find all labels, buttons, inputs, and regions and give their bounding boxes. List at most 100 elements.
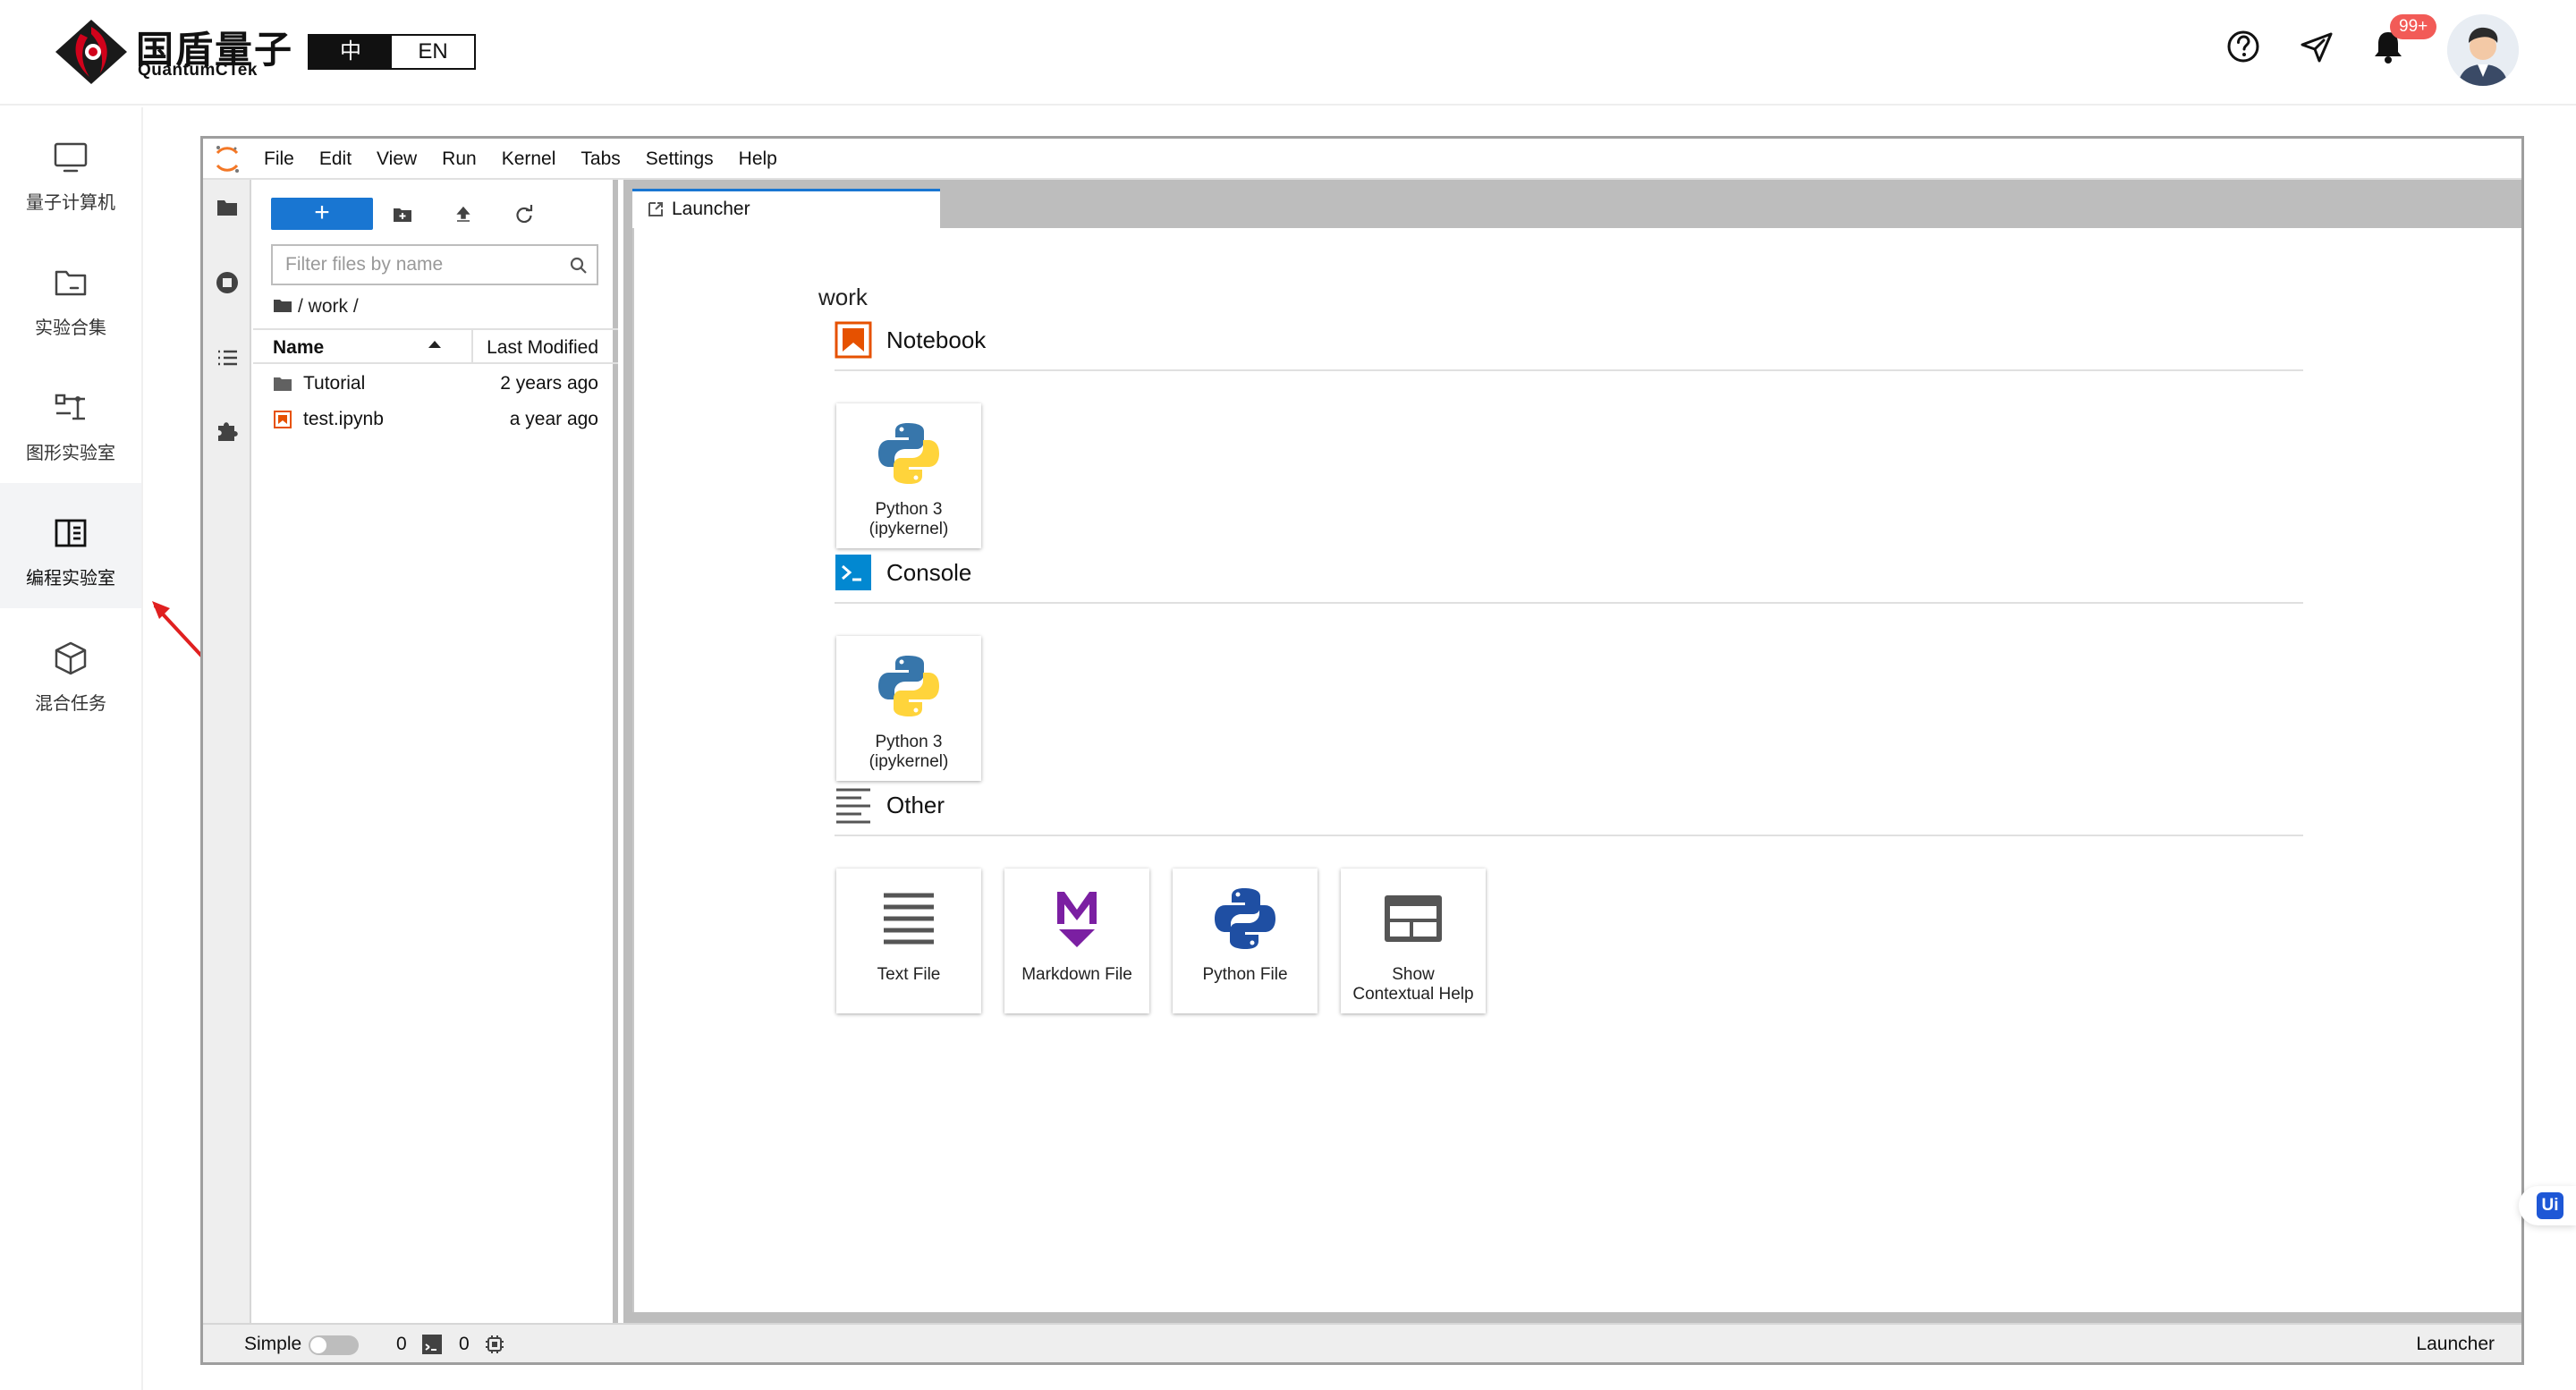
launcher-card-contextual-help[interactable]: Show Contextual Help — [1341, 869, 1486, 1013]
kernel-chip-icon[interactable] — [484, 1334, 505, 1355]
python-logo-icon — [878, 656, 939, 716]
card-label: Show Contextual Help — [1352, 965, 1474, 1004]
kernel-count[interactable]: 0 — [459, 1334, 470, 1355]
breadcrumb[interactable]: / work / — [273, 296, 359, 318]
section-title-console: Console — [886, 559, 972, 586]
avatar[interactable] — [2447, 14, 2519, 86]
search-icon — [570, 257, 587, 274]
nav-item-label: 图形实验室 — [26, 442, 115, 463]
file-modified: a year ago — [509, 409, 598, 429]
python-logo-icon — [878, 423, 939, 484]
section-title-notebook: Notebook — [886, 326, 987, 353]
launcher-card-text-file[interactable]: Text File — [836, 869, 981, 1013]
folder-icon — [55, 270, 87, 296]
menu-edit[interactable]: Edit — [319, 148, 352, 170]
lang-en-button[interactable]: EN — [392, 36, 474, 68]
new-launcher-button[interactable]: + — [271, 198, 373, 230]
file-list-header: Name Last Modified — [253, 328, 618, 364]
user-avatar-icon — [2447, 14, 2519, 86]
jupyterlab-window: File Edit View Run Kernel Tabs Settings … — [200, 136, 2524, 1365]
launcher-card-python-file[interactable]: Python File — [1173, 869, 1318, 1013]
monitor-icon — [54, 142, 88, 173]
left-navigation: 量子计算机 实验合集 图形实验室 编程实验室 混合任务 — [0, 107, 143, 1390]
launcher-card-markdown-file[interactable]: Markdown File — [1004, 869, 1149, 1013]
column-divider[interactable] — [471, 330, 473, 362]
card-label: Markdown File — [1021, 965, 1132, 984]
book-icon — [55, 519, 87, 547]
top-header: 国盾量子 QuantumCTek 中 EN 99+ — [0, 0, 2576, 106]
menu-settings[interactable]: Settings — [646, 148, 714, 170]
send-icon[interactable] — [2297, 27, 2336, 66]
terminal-icon[interactable] — [421, 1334, 443, 1355]
file-browser-panel: + Filter files by name / work / Name Las… — [253, 180, 618, 1323]
section-title-other: Other — [886, 792, 945, 818]
menu-kernel[interactable]: Kernel — [502, 148, 556, 170]
menu-run[interactable]: Run — [442, 148, 477, 170]
left-activity-bar — [203, 180, 251, 1323]
menu-help[interactable]: Help — [739, 148, 777, 170]
console-section-icon — [835, 555, 871, 590]
menu-items: File Edit View Run Kernel Tabs Settings … — [264, 139, 802, 180]
nav-item-programming-lab[interactable]: 编程实验室 — [0, 483, 141, 608]
launcher-panel: work Notebook Python 3 (ipykernel) Conso… — [632, 228, 2521, 1312]
simple-mode-toggle[interactable] — [309, 1335, 359, 1355]
column-name-header[interactable]: Name — [273, 337, 324, 359]
text-file-icon — [884, 893, 934, 945]
file-modified: 2 years ago — [500, 373, 598, 394]
column-modified-header[interactable]: Last Modified — [487, 337, 598, 359]
menu-bar: File Edit View Run Kernel Tabs Settings … — [203, 139, 2521, 180]
card-label: Text File — [877, 965, 941, 984]
folder-icon — [274, 377, 292, 391]
running-sessions-icon[interactable] — [212, 267, 242, 298]
extension-manager-icon[interactable] — [212, 416, 242, 446]
nav-item-quantum-computer[interactable]: 量子计算机 — [0, 107, 141, 233]
section-divider — [835, 369, 2303, 371]
file-row-test-ipynb[interactable]: test.ipynb a year ago — [253, 402, 618, 437]
notebook-file-icon — [274, 411, 292, 428]
notification-count-badge: 99+ — [2390, 14, 2437, 39]
new-folder-icon[interactable] — [391, 203, 414, 226]
help-icon[interactable] — [2224, 27, 2263, 66]
tab-launcher[interactable]: Launcher — [632, 189, 940, 228]
simple-mode-label: Simple — [244, 1334, 302, 1354]
nav-item-graphic-lab[interactable]: 图形实验室 — [0, 358, 141, 483]
menu-tabs[interactable]: Tabs — [580, 148, 620, 170]
file-name: test.ipynb — [303, 409, 384, 429]
nav-item-label: 实验合集 — [35, 317, 106, 338]
launcher-card-console-python3[interactable]: Python 3 (ipykernel) — [836, 636, 981, 781]
floating-ui-widget[interactable]: Ui — [2519, 1186, 2576, 1225]
launcher-card-notebook-python3[interactable]: Python 3 (ipykernel) — [836, 403, 981, 548]
nav-item-label: 量子计算机 — [26, 191, 115, 213]
card-label: Python 3 (ipykernel) — [869, 500, 949, 538]
section-divider — [835, 835, 2303, 836]
nav-item-hybrid-task[interactable]: 混合任务 — [0, 608, 141, 733]
tab-label: Launcher — [672, 199, 750, 219]
menu-file[interactable]: File — [264, 148, 294, 170]
status-mode-label: Launcher — [2416, 1334, 2495, 1354]
refresh-icon[interactable] — [513, 203, 536, 226]
breadcrumb-path: / work / — [298, 296, 359, 317]
launcher-tab-icon — [648, 202, 663, 216]
other-section-icon — [836, 788, 870, 824]
status-bar: Simple 0 0 Launcher — [203, 1323, 2521, 1362]
filter-files-input[interactable]: Filter files by name — [271, 244, 598, 285]
file-name: Tutorial — [303, 373, 366, 394]
ui-badge: Ui — [2537, 1192, 2563, 1219]
upload-icon[interactable] — [452, 203, 475, 226]
language-switch: 中 EN — [308, 34, 476, 70]
tab-bar: Launcher — [623, 180, 2521, 228]
jupyter-logo-icon — [216, 146, 239, 173]
file-row-tutorial[interactable]: Tutorial 2 years ago — [253, 366, 618, 402]
circuit-icon — [55, 394, 85, 420]
launcher-cwd: work — [818, 284, 868, 310]
lang-zh-button[interactable]: 中 — [309, 36, 392, 68]
quantumctek-logo[interactable] — [54, 18, 129, 86]
home-folder-icon — [274, 300, 292, 312]
table-of-contents-icon[interactable] — [212, 343, 242, 373]
terminal-count[interactable]: 0 — [396, 1334, 407, 1355]
file-browser-icon[interactable] — [212, 192, 242, 223]
menu-view[interactable]: View — [377, 148, 417, 170]
nav-item-label: 编程实验室 — [26, 567, 115, 589]
nav-item-experiment-collection[interactable]: 实验合集 — [0, 233, 141, 358]
card-label: Python 3 (ipykernel) — [869, 733, 949, 771]
